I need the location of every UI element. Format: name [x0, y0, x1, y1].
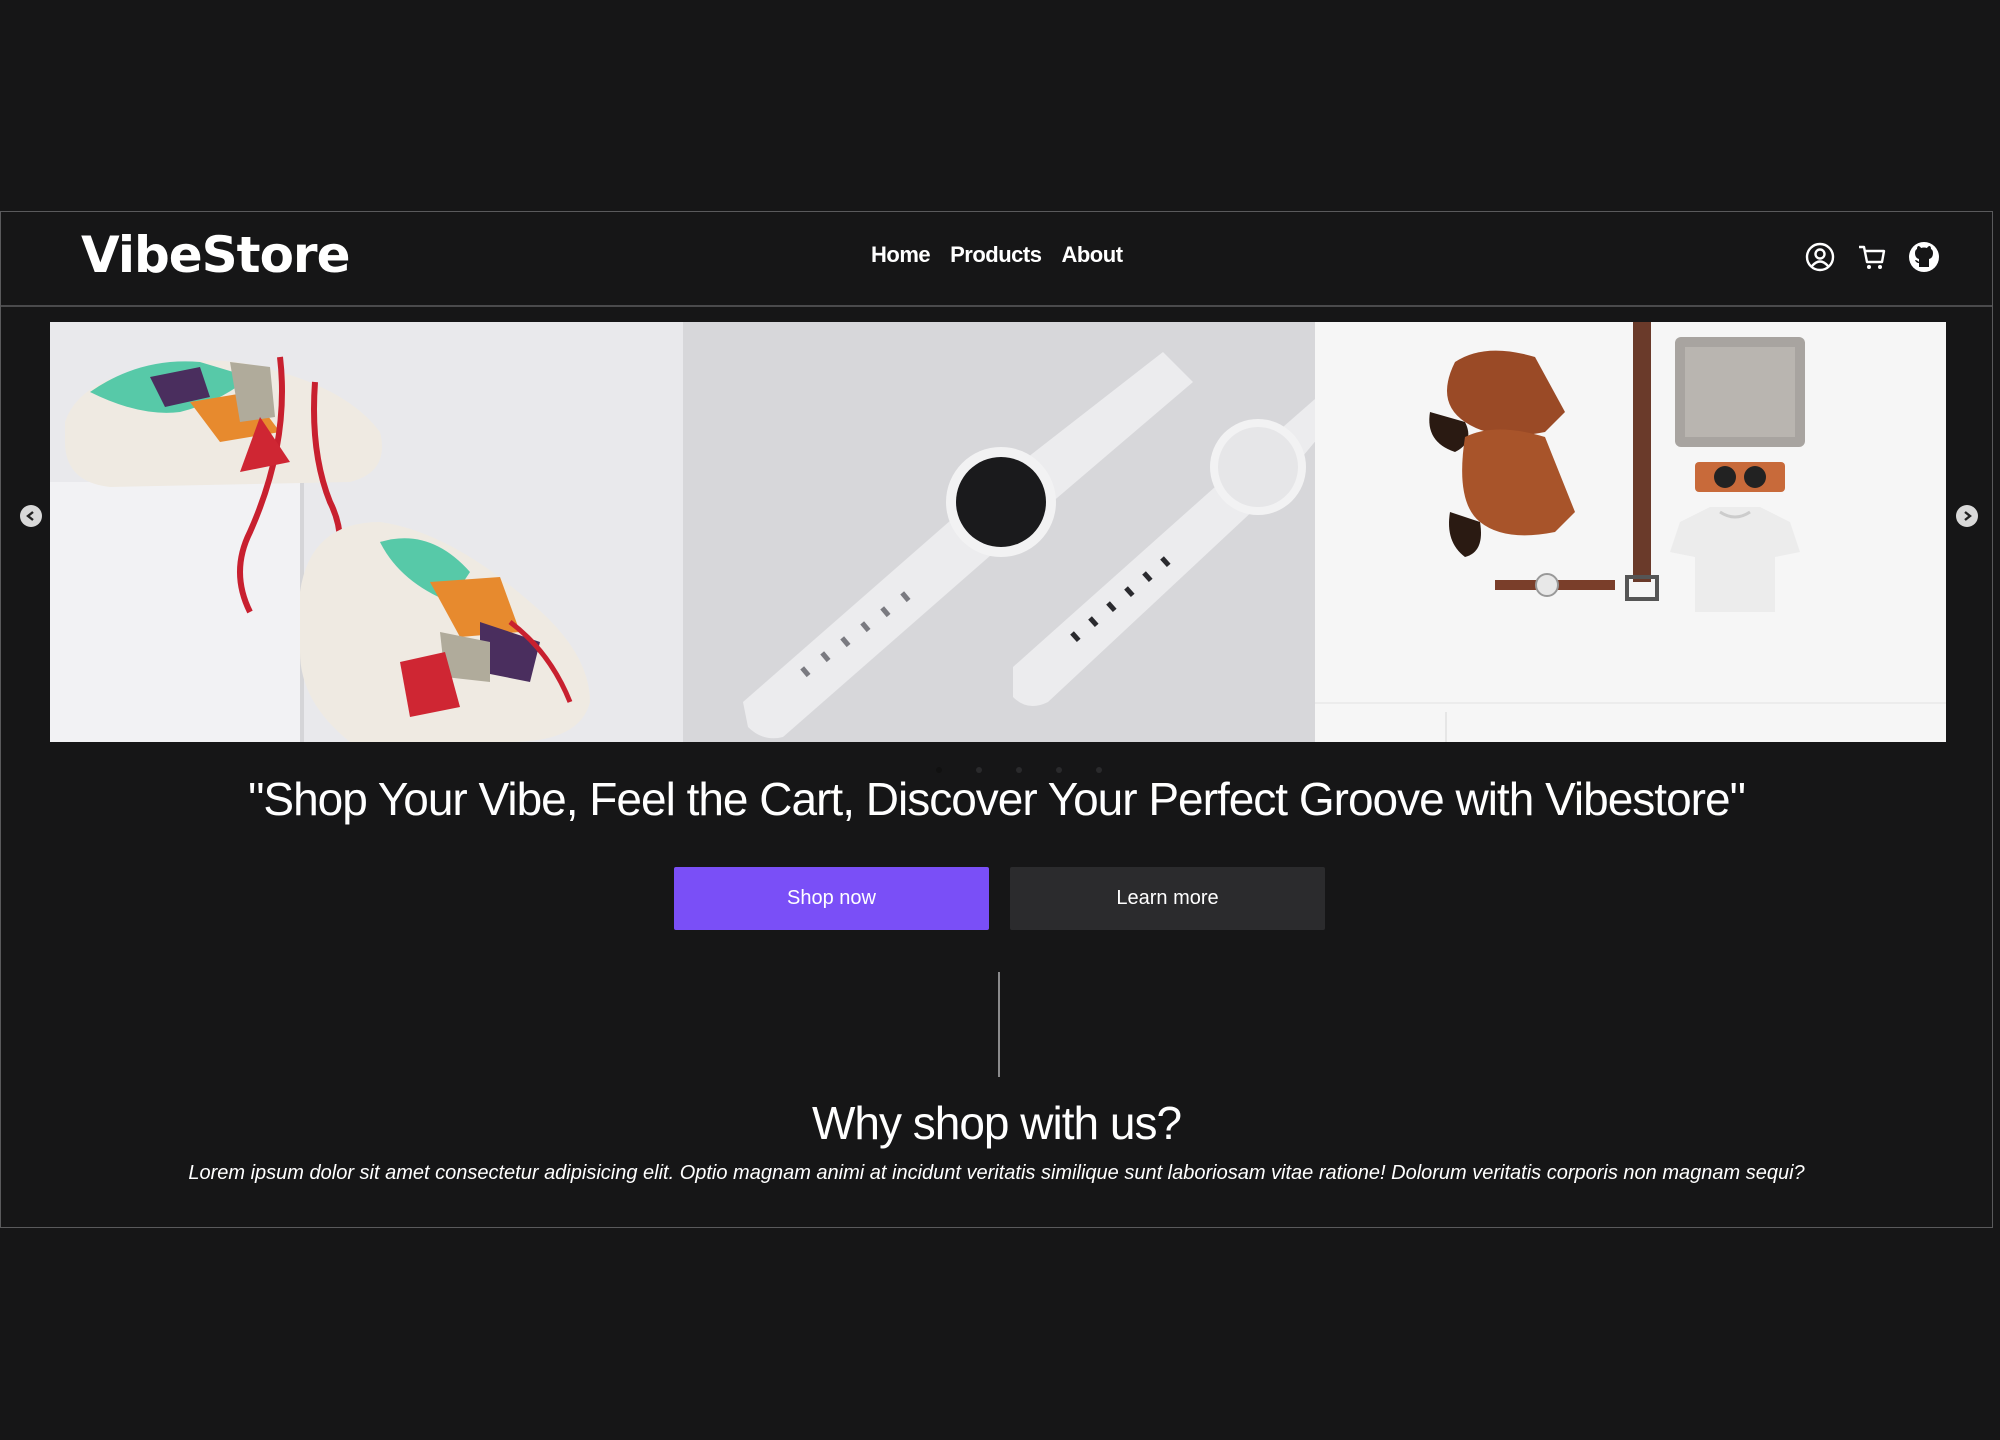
nav-products-link[interactable]: Products [950, 242, 1042, 268]
github-icon[interactable] [1908, 241, 1940, 273]
nav-about-link[interactable]: About [1061, 242, 1123, 268]
nav-icons [1804, 241, 1940, 273]
chevron-right-icon [1964, 511, 1972, 521]
carousel-slide-fashion[interactable] [1315, 322, 1946, 742]
shop-now-button[interactable]: Shop now [674, 867, 989, 930]
learn-more-button[interactable]: Learn more [1010, 867, 1325, 930]
hero-carousel[interactable] [50, 322, 1946, 742]
why-shop-title: Why shop with us? [811, 1097, 1182, 1149]
page-frame: VibeStore Home Products About "Shop Your… [0, 211, 1993, 1228]
carousel-next-button[interactable] [1956, 505, 1978, 527]
nav-links: Home Products About [871, 242, 1123, 268]
carousel-slide-sneakers[interactable] [50, 322, 683, 742]
why-shop-text: Lorem ipsum dolor sit amet consectetur a… [188, 1162, 1805, 1184]
carousel-slide-watches[interactable] [683, 322, 1315, 742]
nav-home-link[interactable]: Home [871, 242, 931, 268]
chevron-left-icon [26, 511, 34, 521]
user-icon[interactable] [1804, 241, 1836, 273]
section-divider [998, 972, 1000, 1077]
navbar: VibeStore Home Products About [1, 212, 1992, 307]
hero-tagline: "Shop Your Vibe, Feel the Cart, Discover… [248, 773, 1746, 825]
carousel-prev-button[interactable] [20, 505, 42, 527]
cart-icon[interactable] [1856, 241, 1888, 273]
logo[interactable]: VibeStore [81, 226, 350, 284]
